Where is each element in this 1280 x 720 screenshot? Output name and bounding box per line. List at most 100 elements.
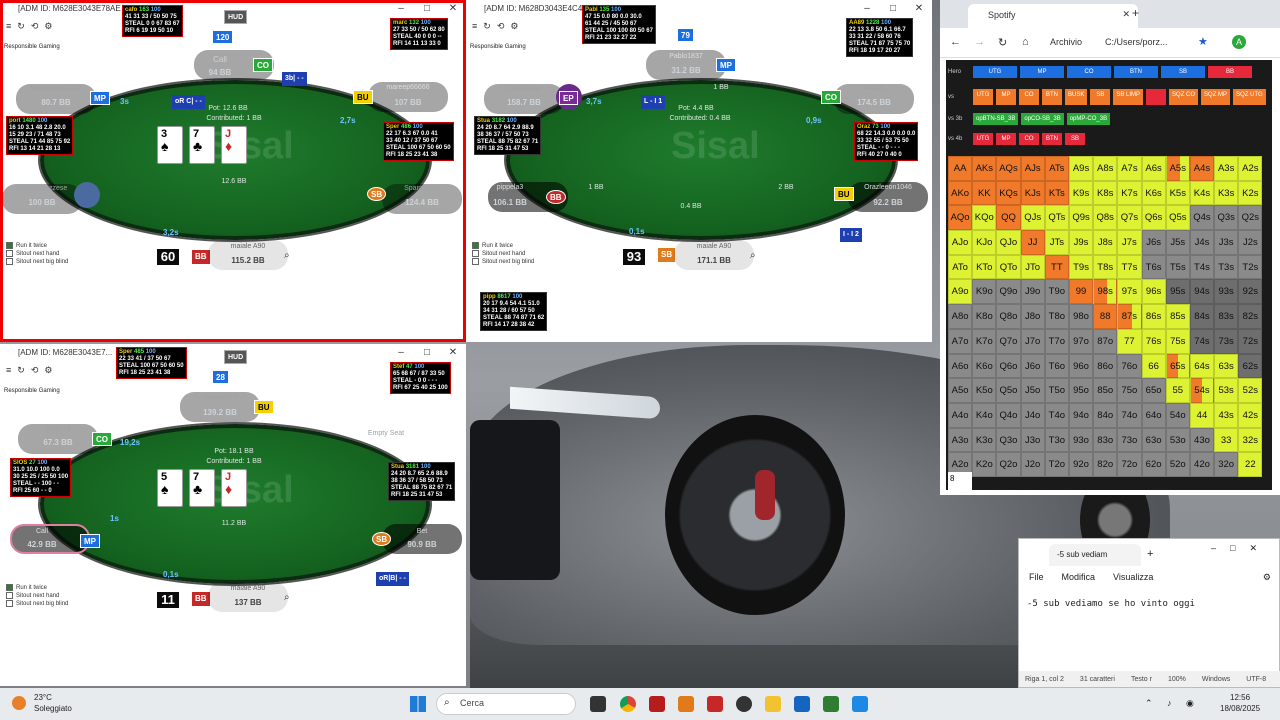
profile-avatar[interactable]: A [1232, 35, 1246, 49]
range-cell[interactable]: A7s [1117, 156, 1142, 181]
range-cell[interactable]: TT [1044, 254, 1069, 280]
range-cell[interactable]: K9s [1068, 180, 1094, 206]
range-cell[interactable]: K3s [1214, 180, 1239, 206]
range-cell[interactable]: J6o [1020, 353, 1045, 379]
window-titlebar[interactable]: [ADM ID: M628D3043E4C4... – □ ✕ [466, 0, 932, 18]
range-cell[interactable]: T9s [1068, 254, 1094, 280]
app-icon-dark[interactable] [736, 696, 752, 712]
range-cell[interactable]: Q6s [1141, 205, 1166, 231]
range-cell[interactable]: QTs [1044, 205, 1069, 231]
run-it-twice-checkbox[interactable]: Run it twice [6, 584, 68, 592]
range-cell[interactable]: Q5s [1165, 205, 1190, 231]
range-cell[interactable]: 63o [1141, 427, 1166, 453]
range-cell[interactable]: 98o [1068, 304, 1094, 329]
range-cell[interactable]: 76o [1117, 353, 1142, 379]
hud-stats-panel[interactable]: Stua 3182 100 24 20 8.7 64 2.9 88.9 38 36 … [474, 116, 542, 155]
range-cell[interactable]: T5s [1165, 254, 1190, 280]
range-button[interactable]: SQZ UTG [1233, 89, 1266, 105]
range-cell[interactable]: A4s [1189, 156, 1215, 181]
bookmark-star-icon[interactable]: ★ [1198, 35, 1208, 48]
settings-icon[interactable]: ⚙ [44, 21, 52, 32]
range-cell[interactable]: T3o [1044, 427, 1069, 453]
range-cell[interactable]: 44 [1189, 402, 1215, 428]
range-cell[interactable]: JTo [1020, 254, 1045, 280]
range-cell[interactable]: 54s [1189, 378, 1215, 403]
range-cell[interactable]: J4o [1020, 402, 1045, 428]
range-cell[interactable]: 82s [1238, 304, 1263, 329]
range-cell[interactable]: 54o [1165, 402, 1190, 428]
hud-stats-panel[interactable]: SIOS 27 100 31.0 10.0 100 0.0 30 25 25 / 2… [10, 458, 72, 497]
range-cell[interactable]: 22 [1238, 452, 1263, 477]
range-cell[interactable]: T6s [1141, 254, 1166, 280]
notepad-tab[interactable]: -5 sub vediam [1049, 544, 1141, 566]
hud-stats-panel[interactable]: marc 132 100 27 33 50 / 50 62 80 STEAL 40 … [390, 18, 448, 50]
range-cell[interactable]: A2s [1238, 156, 1263, 181]
range-cell[interactable]: 95s [1165, 279, 1190, 305]
range-cell[interactable]: 73s [1214, 328, 1239, 354]
range-cell[interactable]: K8o [972, 304, 997, 329]
range-cell[interactable]: J7s [1117, 230, 1142, 255]
range-cell[interactable]: K3o [972, 427, 997, 453]
range-cell[interactable]: QTo [996, 254, 1021, 280]
range-cell[interactable]: 53o [1165, 427, 1190, 453]
home-icon[interactable]: ⌂ [1022, 36, 1029, 48]
poker-table-window-2[interactable]: [ADM ID: M628D3043E4C4... – □ ✕ ≡ ↻ ⟲ ⚙ Respo… [466, 0, 932, 342]
menu-visualizza[interactable]: Visualizza [1113, 572, 1153, 582]
range-cell[interactable]: J6s [1141, 230, 1166, 255]
notepad-window[interactable]: -5 sub vediam + –□✕ File Modifica Visual… [1018, 538, 1280, 688]
range-cell[interactable]: 63s [1214, 353, 1239, 379]
range-cell[interactable]: K5s [1165, 180, 1190, 206]
settings-icon[interactable]: ⚙ [1263, 572, 1271, 583]
range-cell[interactable]: 74s [1189, 328, 1215, 354]
range-cell[interactable]: 32s [1238, 427, 1263, 453]
hand-history-icon[interactable]: ⌕ [284, 592, 290, 603]
range-cell[interactable]: QQ [996, 205, 1021, 231]
chrome-icon[interactable] [620, 696, 636, 712]
range-button[interactable]: BTN [1042, 89, 1062, 105]
range-cell[interactable]: 97s [1117, 279, 1142, 305]
range-cell[interactable]: K4o [972, 402, 997, 428]
hud-stats-panel[interactable]: cafo 163 100 41 31 33 / 50 50 75 STEAL 0 0… [122, 5, 183, 37]
range-cell[interactable]: KK [972, 180, 997, 206]
hud-stats-panel[interactable]: Oraz 73 100 68 22 14.3 0.0 0.0 0.0 33 32 5… [854, 122, 919, 161]
range-cell[interactable]: 73o [1117, 427, 1142, 453]
range-button[interactable]: BB [1208, 66, 1252, 78]
range-cell[interactable]: A7o [948, 328, 973, 354]
range-cell[interactable]: 87s [1117, 304, 1142, 329]
range-cell[interactable]: 86s [1141, 304, 1166, 329]
range-cell[interactable]: Q7s [1117, 205, 1142, 231]
minimize-button[interactable]: – [388, 344, 414, 362]
weather-temp[interactable]: 23°C [34, 693, 52, 702]
history-icon[interactable]: ⟲ [31, 365, 39, 376]
range-cell[interactable]: Q7o [996, 328, 1021, 354]
range-cell[interactable]: 93o [1068, 427, 1094, 453]
range-button[interactable]: CO [1019, 133, 1039, 145]
range-cell[interactable]: Q2s [1238, 205, 1263, 231]
sitout-next-bb-checkbox[interactable]: Sitout next big blind [472, 258, 534, 266]
range-button[interactable]: MP [996, 89, 1016, 105]
range-button[interactable]: opMP-CO_3B [1066, 113, 1111, 125]
hud-toggle-button[interactable]: HUD [224, 10, 248, 24]
hud-stats-panel[interactable]: Pabl 135 100 47 15 0.0 80 0.0 30.0 61 44 2… [582, 5, 656, 44]
range-cell[interactable]: J5s [1165, 230, 1190, 255]
range-cell[interactable]: A5s [1165, 156, 1190, 181]
sitout-next-hand-checkbox[interactable]: Sitout next hand [6, 250, 68, 258]
file-explorer-icon[interactable] [765, 696, 781, 712]
run-it-twice-checkbox[interactable]: Run it twice [6, 242, 68, 250]
range-cell[interactable]: J2s [1238, 230, 1263, 255]
refresh-icon[interactable]: ↻ [483, 21, 491, 32]
range-button[interactable] [1146, 89, 1167, 105]
close-button[interactable]: ✕ [440, 0, 466, 18]
new-tab-button[interactable]: + [1147, 548, 1153, 560]
close-tab-icon[interactable]: ✕ [1122, 9, 1130, 20]
range-cell[interactable]: J3o [1020, 427, 1045, 453]
range-cell[interactable]: Q8s [1093, 205, 1118, 231]
notepad-icon[interactable] [852, 696, 868, 712]
range-cell[interactable]: T2o [1044, 452, 1069, 477]
settings-icon[interactable]: ⚙ [510, 21, 518, 32]
range-cell[interactable]: 86o [1093, 353, 1118, 379]
history-icon[interactable]: ⟲ [497, 21, 505, 32]
clock-time[interactable]: 12:56 [1230, 693, 1250, 702]
clock-date[interactable]: 18/08/2025 [1220, 704, 1260, 713]
search-box[interactable] [436, 693, 576, 715]
